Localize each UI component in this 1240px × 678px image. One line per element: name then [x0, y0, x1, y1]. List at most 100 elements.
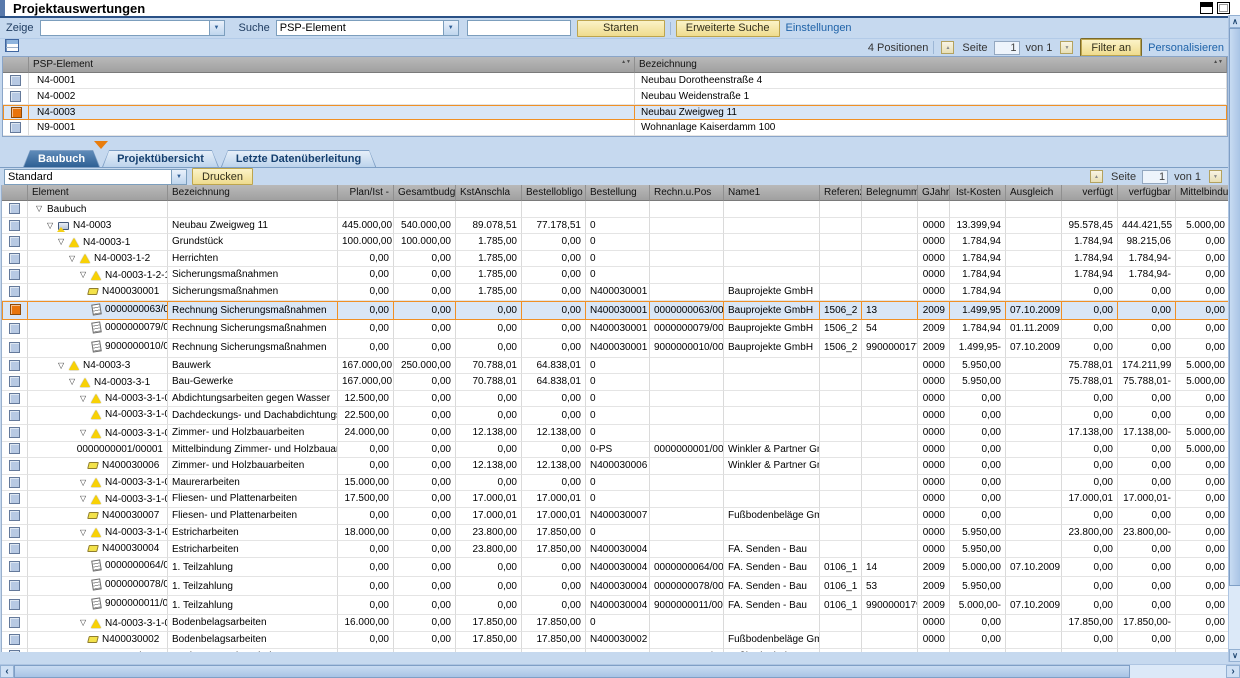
expand-arrow-icon[interactable]: ▽: [80, 478, 91, 488]
chevron-down-icon[interactable]: ▼: [172, 168, 187, 185]
filter-an-button[interactable]: Filter an: [1081, 39, 1142, 56]
table-row[interactable]: ▽ N4-0003-3-1-018Abdichtungsarbeiten gege…: [2, 390, 1228, 407]
horizontal-scrollbar-thumb[interactable]: [14, 665, 1130, 678]
column-header[interactable]: Rechn.u.Pos: [650, 185, 724, 201]
psp-row[interactable]: N9-0001 Wohnanlage Kaiserdamm 100: [3, 120, 1227, 136]
row-checkbox[interactable]: [9, 543, 20, 555]
table-row[interactable]: N400030002 Bodenbelagsarbeiten 0,00 0,00 17.…: [2, 631, 1228, 649]
view-select-dropdown[interactable]: ▼: [4, 168, 187, 185]
row-checkbox[interactable]: [9, 633, 20, 645]
erweiterte-suche-button[interactable]: Erweiterte Suche: [675, 19, 780, 37]
expand-arrow-icon[interactable]: ▽: [80, 494, 91, 504]
psp-row[interactable]: N4-0001 Neubau Dorotheenstraße 4: [3, 73, 1227, 89]
row-checkbox[interactable]: [9, 617, 20, 629]
column-header[interactable]: Gesamtbudget: [394, 185, 456, 201]
row-checkbox[interactable]: [9, 269, 20, 281]
column-header[interactable]: Element: [28, 185, 168, 201]
expand-arrow-icon[interactable]: ▽: [58, 361, 69, 371]
expand-arrow-icon[interactable]: ▽: [80, 528, 91, 538]
table-row[interactable]: ▽ N4-0003-3-1-024Fliesen- und Plattenarbe…: [2, 491, 1228, 508]
row-checkbox[interactable]: [9, 509, 20, 521]
column-header-psp-element[interactable]: PSP-Element ▲▼: [29, 57, 635, 73]
tab-projektuebersicht[interactable]: Projektübersicht: [102, 150, 219, 167]
scroll-left-icon[interactable]: ‹: [0, 665, 14, 678]
table-row[interactable]: N400030007 Fliesen- und Plattenarbeiten 0,…: [2, 507, 1228, 525]
expand-arrow-icon[interactable]: ▽: [80, 428, 91, 438]
page-input[interactable]: [993, 40, 1020, 55]
minimize-icon[interactable]: [1200, 2, 1213, 14]
column-header[interactable]: Ist-Kosten: [950, 185, 1006, 201]
table-row[interactable]: 9000000011/00011. Teilzahlung0,000,000,0…: [2, 596, 1228, 615]
expand-arrow-icon[interactable]: ▽: [80, 394, 91, 404]
row-checkbox[interactable]: [9, 427, 20, 439]
table-row[interactable]: ▽ N4-0003-3-1-025Estricharbeiten18.000,00…: [2, 524, 1228, 541]
table-row[interactable]: ▽N4-0003-3-1-012Maurerarbeiten15.000,000…: [2, 474, 1228, 491]
page-down-icon[interactable]: ▼: [1060, 41, 1074, 54]
row-checkbox[interactable]: [9, 285, 20, 297]
column-header[interactable]: Bestellobligo: [522, 185, 586, 201]
row-checkbox[interactable]: [9, 359, 20, 371]
header-select-all[interactable]: [2, 185, 28, 201]
page-up-icon[interactable]: ▲: [941, 41, 955, 54]
suche-dropdown[interactable]: ▼: [275, 20, 459, 36]
column-header[interactable]: Name1: [724, 185, 820, 201]
starten-button[interactable]: Starten: [576, 19, 665, 37]
column-header[interactable]: Plan/Ist -: [338, 185, 394, 201]
row-checkbox[interactable]: [9, 561, 20, 573]
table-row[interactable]: ▽ N4-0003-1-2 Herrichten 0,00 0,00 1.785,00 0,…: [2, 250, 1228, 267]
view-select-input[interactable]: [4, 168, 172, 185]
table-row[interactable]: ▽ N4-0003-3 Bauwerk 167.000,00 250.000,00 70.…: [2, 357, 1228, 374]
suche-select-input[interactable]: [275, 20, 444, 36]
expand-arrow-icon[interactable]: ▽: [69, 377, 80, 387]
table-row[interactable]: N400030001 Sicherungsmaßnahmen 0,00 0,00 1.7…: [2, 283, 1228, 301]
expand-arrow-icon[interactable]: ▽: [36, 204, 47, 214]
chevron-down-icon[interactable]: ▼: [443, 20, 459, 36]
search-input[interactable]: [466, 20, 571, 36]
expand-arrow-icon[interactable]: ▽: [58, 237, 69, 247]
column-header[interactable]: Ausgleich: [1006, 185, 1062, 201]
scroll-right-icon[interactable]: ›: [1226, 665, 1240, 678]
maximize-icon[interactable]: [1217, 2, 1230, 14]
psp-row[interactable]: N4-0002 Neubau Weidenstraße 1: [3, 89, 1227, 105]
row-checkbox[interactable]: [10, 106, 22, 118]
sort-icon[interactable]: ▲▼: [1213, 60, 1223, 65]
column-header[interactable]: Referenz: [820, 185, 862, 201]
table-row[interactable]: 0000000078/00011. Teilzahlung0,000,000,0…: [2, 577, 1228, 596]
row-checkbox[interactable]: [9, 304, 21, 316]
row-checkbox[interactable]: [9, 219, 20, 231]
table-row[interactable]: 0000000063/0001Rechnung Sicherungsmaßnah…: [2, 300, 1228, 320]
vertical-scrollbar-thumb[interactable]: [1229, 28, 1240, 586]
page-input[interactable]: [1142, 169, 1169, 184]
table-row[interactable]: ▽ N4-0003 Neubau Zweigweg 11 445.000,00 540.…: [2, 217, 1228, 234]
tab-baubuch[interactable]: Baubuch: [23, 150, 100, 167]
row-checkbox[interactable]: [9, 599, 20, 611]
expand-arrow-icon[interactable]: ▽: [80, 618, 91, 628]
row-checkbox[interactable]: [10, 90, 21, 102]
scroll-down-icon[interactable]: ∨: [1229, 649, 1240, 662]
page-down-icon[interactable]: ▼: [1209, 170, 1222, 183]
row-checkbox[interactable]: [9, 493, 20, 505]
row-checkbox[interactable]: [9, 650, 20, 652]
column-header[interactable]: verfügt: [1062, 185, 1118, 201]
table-row[interactable]: ▽ N4-0003-1-2-1 Sicherungsmaßnahmen 0,00 0,0…: [2, 267, 1228, 284]
column-header[interactable]: verfügbar: [1118, 185, 1176, 201]
psp-row[interactable]: N4-0003 Neubau Zweigweg 11: [3, 105, 1227, 120]
column-header[interactable]: Bestellung: [586, 185, 650, 201]
personalisieren-link[interactable]: Personalisieren: [1148, 42, 1224, 54]
row-checkbox[interactable]: [10, 121, 21, 133]
table-row[interactable]: ▽ N4-0003-3-1-016Zimmer- und Holzbauarbei…: [2, 425, 1228, 442]
table-row[interactable]: ▽ N4-0003-1 Grundstück 100.000,00 100.000,00…: [2, 234, 1228, 251]
table-row[interactable]: 9000000010/0001Rechnung Sicherungsmaßnah…: [2, 338, 1228, 358]
hierarchy-grid-icon[interactable]: [5, 39, 19, 52]
header-select-all[interactable]: [3, 57, 29, 73]
row-checkbox[interactable]: [9, 580, 20, 592]
zeige-input[interactable]: [39, 20, 210, 36]
zeige-dropdown[interactable]: ▼: [39, 20, 225, 36]
column-header-bezeichnung[interactable]: Bezeichnung ▲▼: [635, 57, 1227, 73]
table-row[interactable]: ▽ N4-0003-3-1-036Bodenbelagsarbeiten16.00…: [2, 615, 1228, 632]
row-checkbox[interactable]: [9, 392, 20, 404]
table-row[interactable]: ▽ N4-0003-3-1 Bau-Gewerke 167.000,00 0,00 70.…: [2, 374, 1228, 391]
table-row[interactable]: 0000000065/0001Rechnung Bodenarbeiten0,0…: [2, 648, 1228, 652]
column-header[interactable]: KstAnschla: [456, 185, 522, 201]
table-row[interactable]: ▽ Baubuch: [2, 201, 1228, 218]
